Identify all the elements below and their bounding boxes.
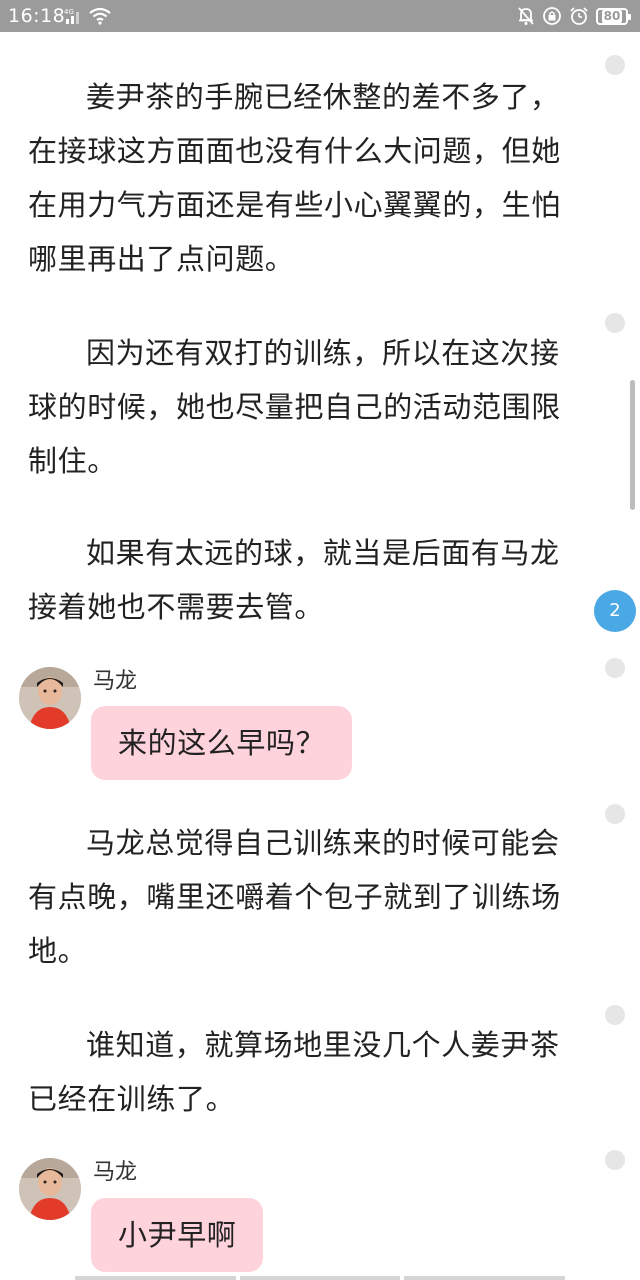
battery-icon: 80 (596, 7, 631, 25)
orientation-lock-icon (542, 6, 562, 26)
story-paragraph[interactable]: 谁知道，就算场地里没几个人姜尹茶已经在训练了。 (28, 1018, 568, 1126)
status-time: 16:18 (8, 5, 66, 27)
wifi-icon (88, 7, 112, 25)
paragraph-comment-count[interactable]: 2 (594, 590, 636, 632)
reading-content[interactable]: 姜尹茶的手腕已经休整的差不多了，在接球这方面面也没有什么大问题，但她在用力气方面… (0, 32, 640, 1280)
message-bubble[interactable]: 来的这么早吗？ (91, 706, 353, 780)
bottom-toolbar-edge (75, 1276, 566, 1280)
paragraph-comment-dot[interactable] (605, 313, 625, 333)
toolbar-segment (404, 1276, 566, 1280)
battery-level: 80 (601, 8, 623, 23)
message-sender-name: 马龙 (93, 669, 138, 694)
message-sender-name: 马龙 (93, 1160, 138, 1185)
story-paragraph[interactable]: 马龙总觉得自己训练来的时候可能会有点晚，嘴里还嚼着个包子就到了训练场地。 (28, 816, 568, 978)
story-paragraph[interactable]: 姜尹茶的手腕已经休整的差不多了，在接球这方面面也没有什么大问题，但她在用力气方面… (28, 70, 568, 286)
avatar[interactable] (19, 667, 81, 729)
story-paragraph[interactable]: 如果有太远的球，就当是后面有马龙接着她也不需要去管。 (28, 526, 568, 634)
toolbar-segment (75, 1276, 236, 1280)
bell-muted-icon (517, 6, 535, 26)
status-right-icons: 80 (517, 5, 632, 27)
story-paragraph[interactable]: 因为还有双打的训练，所以在这次接球的时候，她也尽量把自己的活动范围限制住。 (28, 326, 568, 488)
svg-text:4G: 4G (64, 8, 74, 16)
scrollbar-thumb[interactable] (630, 380, 635, 510)
avatar[interactable] (19, 1158, 81, 1220)
message-bubble[interactable]: 小尹早啊 (91, 1198, 264, 1272)
paragraph-comment-dot[interactable] (605, 658, 625, 678)
status-bar: 16:18 4G 80 (0, 0, 640, 32)
signal-icon: 4G (64, 8, 82, 24)
paragraph-comment-dot[interactable] (605, 1005, 625, 1025)
paragraph-comment-dot[interactable] (605, 804, 625, 824)
paragraph-comment-dot[interactable] (605, 1150, 625, 1170)
toolbar-segment (239, 1276, 401, 1280)
status-left-icons: 4G (64, 6, 112, 26)
paragraph-comment-dot[interactable] (605, 55, 625, 75)
alarm-icon (569, 6, 589, 26)
